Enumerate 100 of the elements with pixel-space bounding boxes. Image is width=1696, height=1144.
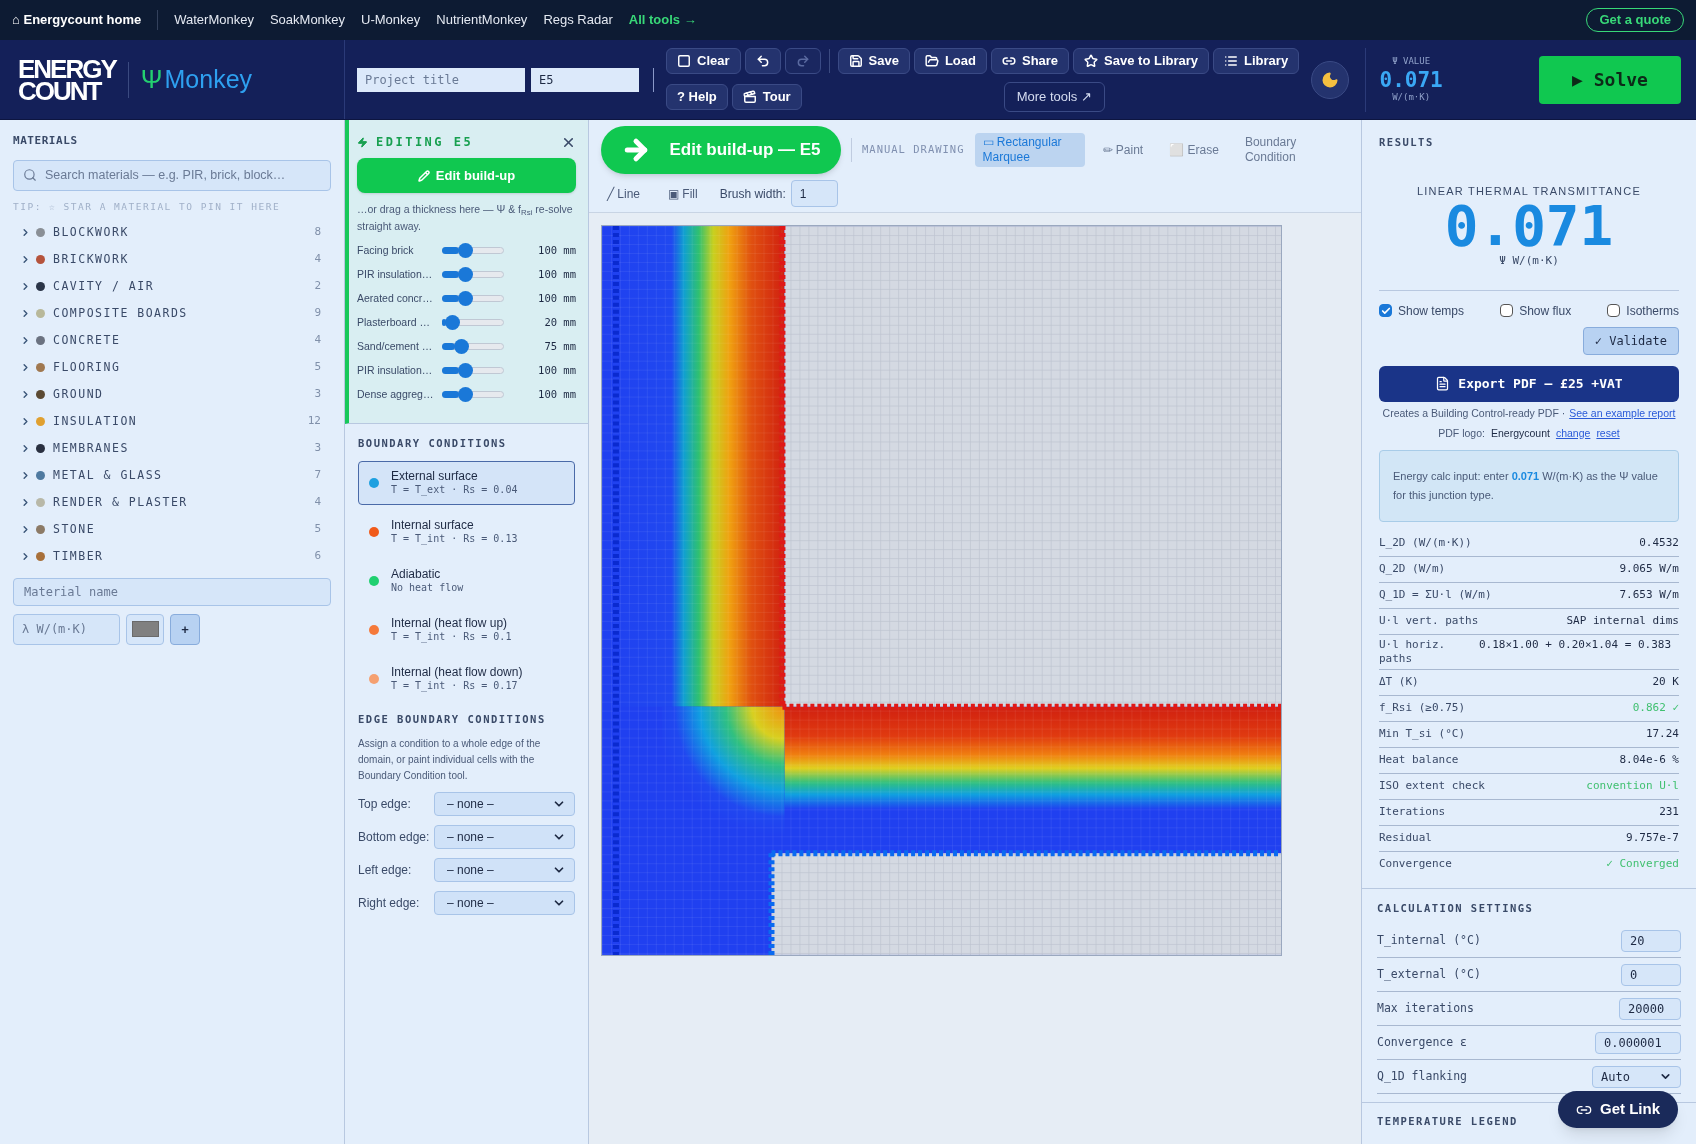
nav-link[interactable]: All tools → <box>628 10 697 30</box>
material-category[interactable]: RENDER & PLASTER 4 <box>13 488 331 516</box>
metric-value: 9.065 W/m <box>1619 560 1679 577</box>
material-category[interactable]: BRICKWORK 4 <box>13 245 331 273</box>
toggle-checkbox[interactable]: Show flux <box>1500 301 1572 320</box>
slider-thumb[interactable] <box>457 267 473 282</box>
checkbox[interactable] <box>1500 304 1514 318</box>
change-link[interactable]: change <box>1555 425 1591 442</box>
metric-label: U·l horiz. paths <box>1379 637 1447 666</box>
project-title-field[interactable]: Project title <box>357 67 525 92</box>
material-category[interactable]: FLOORING 5 <box>13 353 331 381</box>
category-count: 8 <box>314 224 321 240</box>
material-category[interactable]: TIMBER 6 <box>13 542 331 570</box>
category-name: STONE <box>53 520 96 538</box>
nav-link[interactable]: WaterMonkey <box>174 10 254 30</box>
thickness-slider[interactable] <box>442 387 504 402</box>
setting-label: Q_1D flanking <box>1377 1068 1467 1086</box>
thickness-slider[interactable] <box>442 267 504 282</box>
setting-field[interactable]: 0.000001 <box>1595 1031 1681 1054</box>
toggle-checkbox[interactable]: Show temps <box>1379 301 1465 320</box>
material-category[interactable]: BLOCKWORK 8 <box>13 218 331 246</box>
setting-select[interactable]: Auto <box>1592 1065 1681 1088</box>
slider-thumb[interactable] <box>457 387 473 402</box>
setting-field[interactable]: 20 <box>1621 929 1681 952</box>
boundary-condition-option[interactable]: Internal (heat flow up) T = T_int · Rs = 0.1 <box>358 607 575 652</box>
nav-link[interactable]: NutrientMonkey <box>436 10 528 30</box>
color-swatch-picker[interactable] <box>126 613 164 645</box>
drawing-tool[interactable]: ▣ Fill <box>662 182 704 205</box>
slider-thumb[interactable] <box>445 315 461 330</box>
boundary-condition-option[interactable]: Internal surface T = T_int · Rs = 0.13 <box>358 509 575 554</box>
drawing-tool[interactable]: ✏ Paint <box>1094 140 1152 160</box>
add-material-button[interactable]: + <box>170 613 200 645</box>
nav-link[interactable]: U-Monkey <box>361 10 421 30</box>
category-name: RENDER & PLASTER <box>53 493 188 511</box>
get-link-button[interactable]: Get Link <box>1558 1091 1678 1128</box>
edge-select[interactable]: – none – <box>434 824 575 849</box>
thickness-slider[interactable] <box>442 315 504 330</box>
slider-thumb[interactable] <box>453 339 469 354</box>
drawing-tool[interactable]: ⬜ Erase <box>1161 140 1227 160</box>
category-count: 3 <box>314 440 321 456</box>
nav-link[interactable]: SoakMonkey <box>269 10 346 30</box>
lambda-field[interactable]: λ W/(m·K) <box>13 613 120 645</box>
boundary-condition-option[interactable]: External surface T = T_ext · Rs = 0.04 <box>358 460 575 505</box>
solve-button[interactable]: ▶ Solve <box>1539 55 1681 104</box>
edge-select[interactable]: – none – <box>434 791 575 816</box>
setting-field[interactable]: 20000 <box>1619 997 1681 1020</box>
category-name: BRICKWORK <box>53 250 129 268</box>
theme-toggle[interactable] <box>1311 60 1350 99</box>
undo-button[interactable] <box>744 47 781 74</box>
checkbox[interactable] <box>1607 304 1621 318</box>
export-pdf-button[interactable]: Export PDF — £25 +VAT <box>1379 365 1679 402</box>
material-category[interactable]: CONCRETE 4 <box>13 326 331 354</box>
toolbar-button[interactable]: Library <box>1213 47 1300 74</box>
layer-name: Sand/cement … <box>357 338 434 354</box>
thickness-slider[interactable] <box>442 363 504 378</box>
more-tools-button[interactable]: More tools ↗ <box>1003 81 1105 112</box>
boundary-condition-option[interactable]: Adiabatic No heat flow <box>358 558 575 603</box>
search-field[interactable]: Search materials — e.g. PIR, brick, block… <box>13 159 331 191</box>
toolbar-button[interactable]: Clear <box>666 47 741 74</box>
category-name: CAVITY / AIR <box>53 277 155 295</box>
edge-select[interactable]: – none – <box>434 890 575 915</box>
material-category[interactable]: COMPOSITE BOARDS 9 <box>13 299 331 327</box>
home-link[interactable]: ⌂ Energycount home <box>12 10 159 30</box>
thickness-slider[interactable] <box>442 291 504 306</box>
material-category[interactable]: INSULATION 12 <box>13 407 331 435</box>
material-category[interactable]: CAVITY / AIR 2 <box>13 272 331 300</box>
checkbox[interactable] <box>1379 304 1392 318</box>
example-report-link[interactable]: See an example report <box>1569 406 1676 420</box>
reset-link[interactable]: reset <box>1596 425 1620 442</box>
toolbar-button[interactable]: Load <box>913 47 987 74</box>
toolbar-button[interactable]: Tour <box>731 83 802 110</box>
validate-button[interactable]: ✓ Validate <box>1582 326 1679 355</box>
material-category[interactable]: METAL & GLASS 7 <box>13 461 331 489</box>
boundary-condition-option[interactable]: Internal (heat flow down) T = T_int · Rs = 0.17 <box>358 656 575 701</box>
psi-value-label: Ψ VALUE <box>1392 55 1431 68</box>
nav-link[interactable]: Regs Radar <box>543 10 613 30</box>
drawing-tool[interactable]: Boundary Condition <box>1236 133 1347 167</box>
edge-select[interactable]: – none – <box>434 857 575 882</box>
toolbar-button[interactable]: Save <box>837 47 910 74</box>
toolbar-button[interactable]: Share <box>990 47 1070 74</box>
thickness-slider[interactable] <box>442 339 504 354</box>
slider-thumb[interactable] <box>457 363 473 378</box>
material-category[interactable]: STONE 5 <box>13 515 331 543</box>
drawing-tool[interactable]: ╱ Line <box>601 182 647 205</box>
material-category[interactable]: GROUND 3 <box>13 380 331 408</box>
toolbar-button[interactable]: ? Help <box>666 83 728 110</box>
category-count: 12 <box>307 413 321 429</box>
pencil-icon <box>417 169 430 182</box>
toggle-checkbox[interactable]: Isotherms <box>1607 301 1679 320</box>
brush-width-field[interactable]: 1 <box>790 180 838 207</box>
slider-thumb[interactable] <box>457 291 473 306</box>
edge-description: Assign a condition to a whole edge of the domain, or paint individual cells with the Boundary Condition tool. <box>358 736 542 783</box>
material-category[interactable]: MEMBRANES 3 <box>13 434 331 462</box>
material-name-field[interactable]: Material name <box>13 577 331 606</box>
pdf-logo-name: Energycount <box>1490 425 1550 441</box>
slider-thumb[interactable] <box>457 243 473 258</box>
thickness-slider[interactable] <box>442 243 504 258</box>
setting-field[interactable]: 0 <box>1621 963 1681 986</box>
toolbar-button[interactable]: Save to Library <box>1073 47 1210 74</box>
project-code-field[interactable]: E5 <box>531 67 639 92</box>
